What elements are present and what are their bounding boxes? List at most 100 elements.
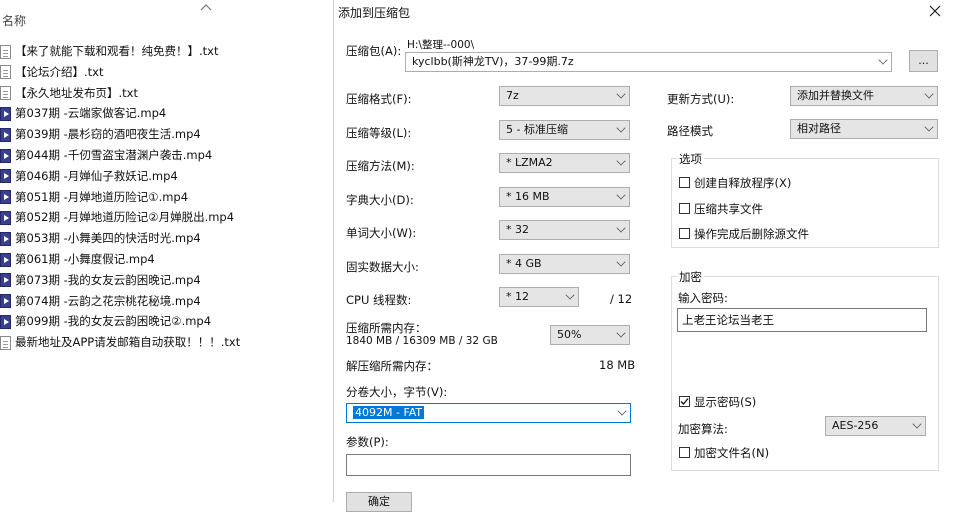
- archive-label: 压缩包(A):: [346, 44, 402, 58]
- file-name: 最新地址及APP请发邮箱自动获取！！！.txt: [15, 335, 241, 350]
- file-name: 【永久地址发布页】.txt: [15, 85, 138, 100]
- file-name: 第052期 -月婵地道历险记②月婵脱出.mp4: [15, 210, 235, 225]
- file-list-item[interactable]: 第052期 -月婵地道历险记②月婵脱出.mp4: [0, 208, 234, 226]
- archive-name-value: kyclbb(斯神龙TV)，37-99期.7z: [412, 55, 574, 68]
- file-name: 【来了就能下载和观看！纯免费！】.txt: [15, 44, 219, 58]
- show-password-label: 显示密码(S): [694, 395, 757, 409]
- password-input[interactable]: 上老王论坛当老王: [677, 308, 927, 332]
- video-file-icon: [0, 169, 11, 184]
- file-list-item[interactable]: 第053期 -小舞美四的快活时光.mp4: [0, 229, 201, 247]
- file-list-item[interactable]: 【论坛介绍】.txt: [0, 63, 103, 81]
- threads-label: CPU 线程数:: [346, 293, 412, 307]
- sfx-checkbox[interactable]: [679, 177, 690, 188]
- level-label: 压缩等级(L):: [346, 126, 412, 140]
- file-name: 第044期 -千仞雪盗宝潜渊户袭击.mp4: [15, 148, 213, 162]
- video-file-icon: [0, 127, 11, 142]
- column-header-name[interactable]: 名称: [2, 12, 26, 29]
- format-select[interactable]: 7z: [499, 86, 630, 106]
- dict-select[interactable]: * 16 MB: [499, 187, 630, 207]
- chevron-down-icon: [616, 123, 626, 133]
- format-value: 7z: [506, 89, 519, 102]
- video-file-icon: [0, 148, 11, 163]
- video-file-icon: [0, 231, 11, 246]
- video-file-icon: [0, 294, 11, 309]
- enc-method-value: AES-256: [832, 419, 879, 432]
- encrypt-names-checkbox[interactable]: [679, 447, 690, 458]
- solid-label: 固实数据大小:: [346, 260, 419, 274]
- file-name: 第046期 -月婵仙子救妖记.mp4: [15, 168, 178, 183]
- enc-method-select[interactable]: AES-256: [825, 416, 926, 436]
- path-mode-value: 相对路径: [797, 122, 841, 135]
- file-list-item[interactable]: 第046期 -月婵仙子救妖记.mp4: [0, 167, 178, 185]
- file-list-item[interactable]: 第061期 -小舞度假记.mp4: [0, 250, 155, 268]
- params-input[interactable]: [346, 454, 631, 476]
- archive-path: H:\整理--000\: [407, 39, 475, 51]
- chevron-down-icon: [616, 223, 626, 233]
- params-label: 参数(P):: [346, 435, 389, 449]
- chevron-down-icon: [565, 290, 575, 300]
- file-list-item[interactable]: 【来了就能下载和观看！纯免费！】.txt: [0, 42, 218, 60]
- mem-percent-select[interactable]: 50%: [550, 325, 630, 345]
- file-list-item[interactable]: 第073期 -我的女友云韵困晚记.mp4: [0, 271, 201, 289]
- chevron-down-icon: [616, 257, 626, 267]
- solid-select[interactable]: * 4 GB: [499, 254, 630, 274]
- dict-value: * 16 MB: [506, 190, 550, 203]
- path-mode-select[interactable]: 相对路径: [790, 119, 938, 139]
- word-label: 单词大小(W):: [346, 226, 417, 240]
- show-password-checkbox[interactable]: [679, 396, 690, 407]
- file-list-item[interactable]: 【永久地址发布页】.txt: [0, 84, 138, 102]
- chevron-down-icon: [617, 406, 627, 416]
- format-label: 压缩格式(F):: [346, 92, 412, 106]
- file-list-item[interactable]: 第051期 -月婵地道历险记①.mp4: [0, 188, 188, 206]
- file-list-item[interactable]: 第044期 -千仞雪盗宝潜渊户袭击.mp4: [0, 146, 212, 164]
- checkmark-icon: [680, 398, 689, 405]
- file-name: 第037期 -云端家做客记.mp4: [15, 106, 167, 121]
- update-select[interactable]: 添加并替换文件: [790, 86, 938, 106]
- file-name: 第074期 -云韵之花宗桃花秘境.mp4: [15, 293, 201, 308]
- browse-button[interactable]: ...: [909, 50, 938, 72]
- file-list-item[interactable]: 第099期 -我的女友云韵困晚记②.mp4: [0, 312, 211, 330]
- delete-after-label: 操作完成后删除源文件: [694, 227, 809, 241]
- dict-label: 字典大小(D):: [346, 193, 414, 207]
- file-name: 第053期 -小舞美四的快活时光.mp4: [15, 231, 201, 246]
- method-value: * LZMA2: [506, 156, 553, 169]
- split-select[interactable]: 4092M - FAT: [346, 403, 631, 423]
- file-list-item[interactable]: 第039期 -晨杉窃的酒吧夜生活.mp4: [0, 125, 201, 143]
- word-select[interactable]: * 32: [499, 220, 630, 240]
- update-value: 添加并替换文件: [797, 89, 874, 102]
- password-label: 输入密码:: [678, 291, 728, 305]
- file-list-item[interactable]: 第037期 -云端家做客记.mp4: [0, 104, 166, 122]
- file-name: 第073期 -我的女友云韵困晚记.mp4: [15, 272, 201, 287]
- archive-name-combo[interactable]: kyclbb(斯神龙TV)，37-99期.7z: [405, 52, 892, 72]
- mem-decomp-value: 18 MB: [599, 358, 636, 372]
- options-title: 选项: [677, 151, 704, 167]
- file-list-item[interactable]: 最新地址及APP请发邮箱自动获取！！！.txt: [0, 333, 240, 351]
- shared-files-checkbox[interactable]: [679, 203, 690, 214]
- chevron-down-icon: [616, 89, 626, 99]
- shared-files-label: 压缩共享文件: [694, 202, 763, 216]
- delete-after-checkbox[interactable]: [679, 228, 690, 239]
- threads-total: / 12: [610, 292, 633, 306]
- mem-comp-detail: 1840 MB / 16309 MB / 32 GB: [346, 335, 498, 347]
- file-list-item[interactable]: 第074期 -云韵之花宗桃花秘境.mp4: [0, 292, 201, 310]
- solid-value: * 4 GB: [506, 257, 542, 270]
- dialog-title: 添加到压缩包: [338, 6, 411, 20]
- chevron-down-icon: [878, 55, 888, 65]
- video-file-icon: [0, 252, 11, 267]
- threads-value: * 12: [506, 290, 529, 303]
- threads-select[interactable]: * 12: [499, 287, 579, 307]
- split-value: 4092M - FAT: [353, 406, 425, 419]
- add-to-archive-dialog: 添加到压缩包 压缩包(A): H:\整理--000\ kyclbb(斯神龙TV)…: [333, 0, 960, 512]
- ok-button[interactable]: 确定: [346, 492, 412, 512]
- word-value: * 32: [506, 223, 529, 236]
- close-icon[interactable]: [928, 4, 942, 18]
- path-mode-label: 路径模式: [667, 124, 713, 138]
- file-explorer-pane: 名称 【来了就能下载和观看！纯免费！】.txt 【论坛介绍】.txt 【永久地址发布…: [0, 0, 332, 502]
- method-select[interactable]: * LZMA2: [499, 153, 630, 173]
- file-name: 第099期 -我的女友云韵困晚记②.mp4: [15, 314, 212, 329]
- mem-percent-value: 50%: [557, 328, 582, 341]
- sort-chevron-icon[interactable]: [200, 2, 212, 12]
- level-select[interactable]: 5 - 标准压缩: [499, 120, 630, 140]
- file-name: 【论坛介绍】.txt: [15, 64, 104, 79]
- text-file-icon: [0, 44, 11, 59]
